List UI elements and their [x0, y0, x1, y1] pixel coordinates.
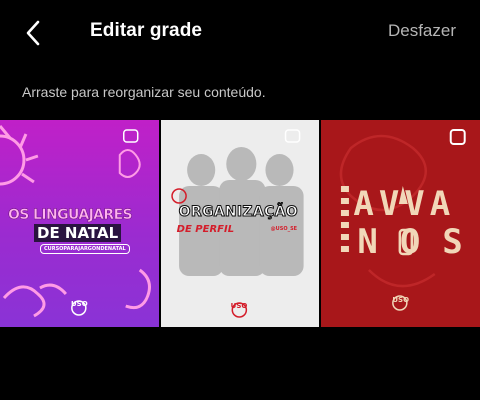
- tile-1-logo: USO: [71, 300, 88, 308]
- chevron-left-icon: [26, 20, 40, 46]
- grid-tile-2[interactable]: ORGANIZAÇÃO DE PERFIL @USO_SE USO: [160, 120, 320, 327]
- tile-1-title-line-2: DE NATAL: [34, 224, 122, 242]
- content-grid: OS LINGUAJARES DE NATAL CURSOPARAJARGOND…: [0, 120, 480, 327]
- grid-tile-1[interactable]: OS LINGUAJARES DE NATAL CURSOPARAJARGOND…: [0, 120, 159, 327]
- tile-3-title-line-2: NOS: [357, 222, 480, 262]
- back-button[interactable]: [22, 18, 46, 48]
- undo-button[interactable]: Desfazer: [388, 21, 456, 41]
- reorder-instruction: Arraste para reorganizar seu conteúdo.: [22, 84, 266, 100]
- tile-2-caption: @USO_SE: [270, 226, 298, 232]
- tile-2-title-line-2: DE PERFIL: [176, 224, 235, 235]
- tile-1-title-line-1: OS LINGUAJARES: [8, 207, 133, 224]
- page-title: Editar grade: [90, 20, 203, 41]
- tile-3-logo: USO: [392, 296, 410, 304]
- tile-2-logo: USO: [230, 302, 248, 310]
- tile-1-caption: CURSOPARAJARGONDENATAL: [40, 244, 130, 254]
- top-bar: Editar grade Desfazer: [0, 0, 480, 64]
- grid-tile-3[interactable]: AVVA NOS USO: [321, 120, 480, 327]
- tile-2-title-line-1: ORGANIZAÇÃO: [178, 204, 298, 221]
- tile-3-title-line-1: AVVA: [353, 184, 456, 224]
